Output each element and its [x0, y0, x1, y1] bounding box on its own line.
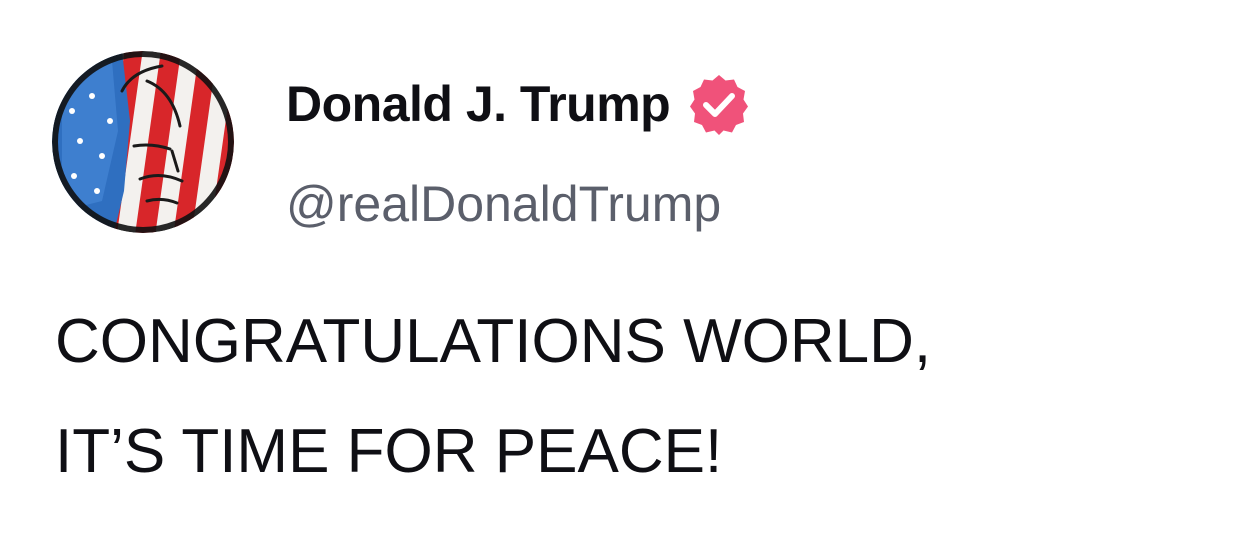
post-text-line: IT’S TIME FOR PEACE! [55, 417, 723, 486]
author-handle[interactable]: @realDonaldTrump [286, 174, 750, 234]
post-card: Donald J. Trump @realDonaldTrump CONGRAT… [0, 0, 1236, 541]
author-avatar[interactable] [52, 51, 234, 233]
author-block: Donald J. Trump @realDonaldTrump [286, 72, 750, 234]
author-name-row: Donald J. Trump [286, 72, 750, 136]
post-text-line: CONGRATULATIONS WORLD, [55, 307, 932, 376]
avatar-image [52, 51, 234, 233]
author-display-name[interactable]: Donald J. Trump [286, 72, 671, 136]
verified-check-badge-icon [688, 73, 750, 135]
post-body-text: CONGRATULATIONS WORLD, IT’S TIME FOR PEA… [55, 287, 931, 507]
